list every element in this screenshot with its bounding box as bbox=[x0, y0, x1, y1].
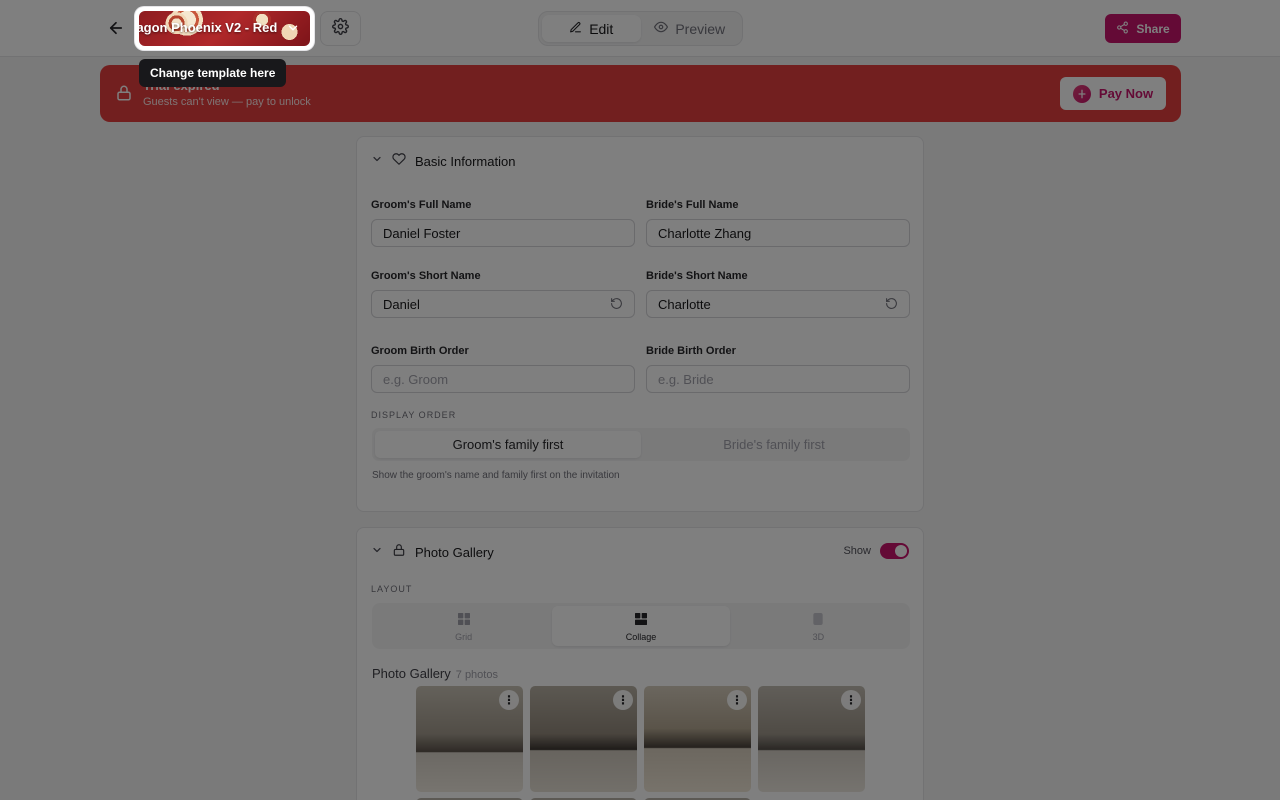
template-selector-button[interactable]: Dragon Phoenix V2 - Red bbox=[135, 7, 314, 50]
more-options-icon[interactable]: ⋮ bbox=[613, 690, 633, 710]
photo-gallery-list-label: Photo Gallery 7 photos bbox=[372, 666, 498, 681]
basic-information-card: Basic Information Groom's Full Name Dani… bbox=[356, 136, 924, 512]
layout-grid-label: Grid bbox=[455, 631, 473, 642]
edit-icon bbox=[569, 21, 582, 37]
more-options-icon[interactable]: ⋮ bbox=[499, 690, 519, 710]
groom-short-name-value: Daniel bbox=[383, 296, 420, 312]
layout-collage-label: Collage bbox=[625, 631, 657, 642]
chevron-down-icon bbox=[371, 152, 383, 170]
pay-now-button[interactable]: Pay Now bbox=[1060, 77, 1166, 110]
groom-short-name-label: Groom's Short Name bbox=[371, 270, 481, 282]
settings-button[interactable] bbox=[320, 11, 361, 46]
bride-short-name-label: Bride's Short Name bbox=[646, 270, 748, 282]
template-name: Dragon Phoenix V2 - Red bbox=[139, 20, 278, 35]
share-button[interactable]: Share bbox=[1105, 14, 1181, 43]
cube-icon bbox=[810, 611, 826, 629]
photo-gallery-title: Photo Gallery bbox=[415, 544, 494, 560]
show-label: Show bbox=[843, 545, 871, 557]
more-options-icon[interactable]: ⋮ bbox=[727, 690, 747, 710]
photo-thumbnail[interactable]: ⋮ bbox=[416, 686, 523, 792]
pay-now-label: Pay Now bbox=[1098, 86, 1154, 101]
basic-information-title: Basic Information bbox=[415, 153, 516, 169]
reset-icon[interactable] bbox=[885, 297, 899, 311]
layout-option-collage[interactable]: Collage bbox=[552, 606, 730, 646]
photo-thumbnail[interactable]: ⋮ bbox=[644, 686, 751, 792]
bride-short-name-value: Charlotte bbox=[658, 296, 711, 312]
chevron-down-icon bbox=[286, 21, 300, 35]
bride-birth-order-field[interactable]: e.g. Bride bbox=[646, 365, 910, 393]
photo-count: 7 photos bbox=[455, 669, 498, 681]
back-arrow-icon[interactable] bbox=[104, 16, 128, 40]
tab-preview-label: Preview bbox=[675, 20, 726, 37]
photo-thumbnail[interactable]: ⋮ bbox=[758, 686, 865, 792]
pay-icon bbox=[1072, 84, 1091, 103]
photo-gallery-header[interactable]: Photo Gallery bbox=[371, 542, 494, 562]
photo-gallery-card: Photo Gallery Show LAYOUT Grid Collage 3… bbox=[356, 527, 924, 800]
photo-gallery-list-title: Photo Gallery bbox=[372, 666, 451, 681]
groom-full-name-field[interactable]: Daniel Foster bbox=[371, 219, 635, 247]
display-order-label: DISPLAY ORDER bbox=[371, 410, 457, 420]
layout-switcher: Grid Collage 3D bbox=[372, 603, 910, 649]
eye-icon bbox=[654, 20, 669, 37]
display-order-switcher: Groom's family first Bride's family firs… bbox=[372, 428, 910, 461]
share-label: Share bbox=[1136, 21, 1170, 36]
bride-full-name-label: Bride's Full Name bbox=[646, 199, 739, 211]
show-toggle-row: Show bbox=[843, 543, 909, 559]
reset-icon[interactable] bbox=[610, 297, 624, 311]
groom-birth-order-label: Groom Birth Order bbox=[371, 345, 469, 357]
bride-full-name-field[interactable]: Charlotte Zhang bbox=[646, 219, 910, 247]
lock-icon bbox=[392, 543, 406, 562]
template-thumbnail: Dragon Phoenix V2 - Red bbox=[139, 11, 310, 46]
bride-birth-order-label: Bride Birth Order bbox=[646, 345, 736, 357]
bride-short-name-field[interactable]: Charlotte bbox=[646, 290, 910, 318]
banner-subtitle: Guests can't view — pay to unlock bbox=[143, 96, 311, 108]
layout-label: LAYOUT bbox=[371, 584, 413, 594]
chevron-down-icon bbox=[371, 543, 383, 561]
tab-edit[interactable]: Edit bbox=[542, 15, 641, 42]
basic-information-header[interactable]: Basic Information bbox=[371, 151, 515, 171]
option-bride-family-first[interactable]: Bride's family first bbox=[641, 431, 907, 458]
mode-switcher: Edit Preview bbox=[538, 11, 743, 46]
tab-preview[interactable]: Preview bbox=[641, 15, 740, 42]
layout-option-3d[interactable]: 3D bbox=[730, 606, 907, 646]
photo-thumbnail[interactable]: ⋮ bbox=[530, 686, 637, 792]
layout-option-grid[interactable]: Grid bbox=[375, 606, 552, 646]
layout-3d-label: 3D bbox=[812, 631, 825, 642]
groom-short-name-field[interactable]: Daniel bbox=[371, 290, 635, 318]
gear-icon bbox=[332, 17, 349, 40]
share-icon bbox=[1116, 21, 1129, 37]
option-groom-family-first[interactable]: Groom's family first bbox=[375, 431, 641, 458]
template-tooltip: Change template here bbox=[139, 59, 287, 87]
display-order-helper: Show the groom's name and family first o… bbox=[372, 470, 620, 481]
groom-full-name-label: Groom's Full Name bbox=[371, 199, 472, 211]
lock-icon bbox=[115, 84, 133, 102]
groom-birth-order-field[interactable]: e.g. Groom bbox=[371, 365, 635, 393]
collage-icon bbox=[633, 611, 649, 629]
tab-edit-label: Edit bbox=[589, 20, 614, 37]
grid-icon bbox=[456, 611, 472, 629]
heart-icon bbox=[392, 152, 406, 171]
more-options-icon[interactable]: ⋮ bbox=[841, 690, 861, 710]
show-toggle[interactable] bbox=[880, 543, 909, 559]
